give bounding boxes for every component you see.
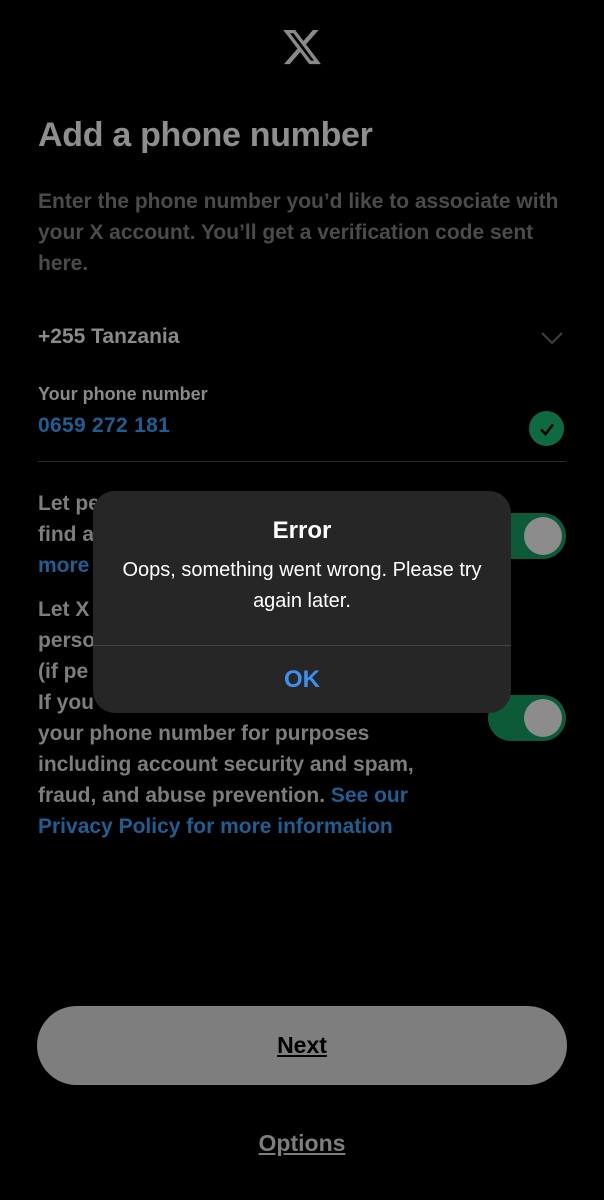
next-button[interactable]: Next <box>37 1006 567 1085</box>
phone-field-label: Your phone number <box>38 384 208 404</box>
page-subtitle: Enter the phone number you’d like to ass… <box>38 190 559 275</box>
country-select[interactable]: +255 Tanzania <box>38 325 179 349</box>
discover-preference-text: Let pe find a more <box>38 488 100 581</box>
alert-message: Oops, something went wrong. Please try a… <box>122 559 482 612</box>
phone-field-divider <box>38 461 566 462</box>
privacy-policy-link-cont[interactable]: Privacy Policy for more information <box>38 811 414 842</box>
chevron-down-icon[interactable] <box>540 330 564 346</box>
options-link[interactable]: Options <box>0 1130 604 1157</box>
alert-title: Error <box>272 517 332 544</box>
add-phone-screen: Add a phone number Enter the phone numbe… <box>0 0 604 1200</box>
alert-ok-button[interactable]: OK <box>93 646 511 713</box>
x-logo-icon <box>283 29 321 65</box>
page-title: Add a phone number <box>38 116 373 154</box>
error-alert: Error Oops, something went wrong. Please… <box>93 491 511 713</box>
learn-more-link[interactable]: more <box>38 550 100 581</box>
phone-input[interactable]: 0659 272 181 <box>38 414 170 438</box>
check-circle-icon <box>529 411 564 446</box>
privacy-policy-link[interactable]: See our <box>331 784 408 807</box>
